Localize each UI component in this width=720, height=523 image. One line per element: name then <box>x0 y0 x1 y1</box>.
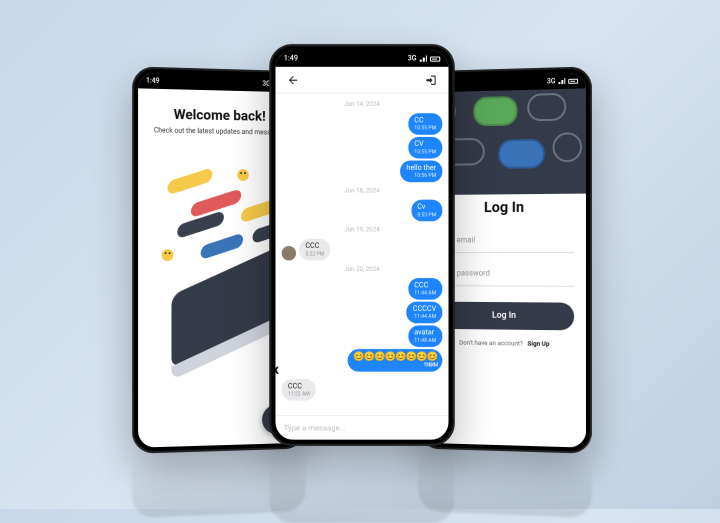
notch <box>200 74 240 85</box>
chat-scroll[interactable]: Jun 14, 2024 CC10:55 PM CV10:55 PM hello… <box>275 94 448 415</box>
signal-icon <box>420 55 427 61</box>
date-separator: Jun 19, 2024 <box>282 226 443 233</box>
message-time: 11:44 AM <box>413 314 436 320</box>
message-time: 11:48 AM <box>414 338 436 344</box>
welcome-subtitle: Check out the latest updates and message… <box>154 126 285 136</box>
sent-message[interactable]: CV10:55 PM <box>408 137 442 159</box>
message-text: CCCCV <box>413 305 436 313</box>
sent-message[interactable]: CC 10:55 PM <box>408 113 442 135</box>
chevron-left-icon: ‹ <box>275 358 279 380</box>
login-button[interactable]: Log In <box>435 302 574 331</box>
message-text: CCC <box>414 281 428 289</box>
battery-icon <box>568 78 578 83</box>
message-time: 11:44 AM <box>414 290 436 296</box>
email-field[interactable]: Enter email <box>435 227 574 253</box>
avatar[interactable] <box>282 246 296 260</box>
sent-message[interactable]: avatar 11:48 AM <box>408 325 442 347</box>
date-separator: Jun 18, 2024 <box>282 187 443 194</box>
emoji-icon <box>162 249 174 261</box>
welcome-title: Welcome back! <box>174 107 266 125</box>
logout-icon <box>425 74 437 86</box>
button-label: Log In <box>492 311 516 321</box>
arrow-left-icon <box>287 74 299 86</box>
message-text: CC <box>414 116 423 124</box>
sent-message[interactable]: 😊😊😊😊😊😊😊😊11:48 AM <box>348 349 442 372</box>
message-time: 11:48 AM <box>353 362 437 368</box>
message-text: Cv <box>417 203 425 211</box>
speech-bubble-icon <box>553 132 582 162</box>
message-text: hello ther <box>406 164 436 172</box>
date-separator: Jun 14, 2024 <box>282 101 443 108</box>
message-input[interactable]: Type a message... <box>275 415 448 440</box>
signup-row: Don't have an account? Sign Up <box>435 338 574 348</box>
message-text: CV <box>414 140 423 148</box>
received-message[interactable]: CCC3:22 PM <box>299 239 330 261</box>
date-separator: Jun 20, 2024 <box>282 266 443 273</box>
battery-icon <box>430 56 440 61</box>
notch <box>340 50 383 60</box>
message-time: 3:22 PM <box>305 251 324 257</box>
sent-message[interactable]: CCC11:44 AM <box>408 278 442 300</box>
signal-icon <box>558 78 565 84</box>
message-text: CCC <box>288 382 302 390</box>
sent-message[interactable]: Cv8:53 PM <box>411 200 442 222</box>
message-time: 10:55 PM <box>414 126 436 132</box>
notch <box>484 74 524 85</box>
signup-prompt: Don't have an account? <box>459 339 523 348</box>
speech-bubble-icon <box>498 139 545 169</box>
message-time: 8:53 PM <box>417 212 436 218</box>
speech-bubble-icon <box>473 96 517 126</box>
back-button[interactable] <box>284 70 303 89</box>
status-time: 1:49 <box>146 77 160 85</box>
message-text: 😊😊😊😊😊😊😊😊 <box>353 352 437 362</box>
message-time: 10:56 PM <box>406 173 436 179</box>
phone-chat: 1:49 3G Jun 14, 2024 CC10:55 PM CV10:55 <box>269 44 454 446</box>
message-placeholder: Type a message... <box>284 423 346 432</box>
received-message[interactable]: CCC11:22 AM <box>282 379 316 401</box>
message-time: 11:22 AM <box>288 391 310 397</box>
status-net: 3G <box>408 54 417 62</box>
status-net: 3G <box>547 77 556 85</box>
status-time: 1:49 <box>284 54 298 62</box>
message-time: 10:55 PM <box>414 149 436 155</box>
message-text: avatar <box>414 328 434 336</box>
sent-message[interactable]: hello ther10:56 PM <box>400 161 442 183</box>
password-field[interactable]: Enter password <box>435 261 574 287</box>
logout-button[interactable] <box>422 70 441 89</box>
message-text: CCC <box>305 242 319 250</box>
signup-link[interactable]: Sign Up <box>527 340 549 348</box>
sent-message[interactable]: CCCCV11:44 AM <box>407 302 443 324</box>
login-title: Log In <box>435 198 574 217</box>
speech-bubble-icon <box>527 93 566 122</box>
emoji-icon <box>237 169 248 181</box>
bubble-icon <box>168 167 213 195</box>
